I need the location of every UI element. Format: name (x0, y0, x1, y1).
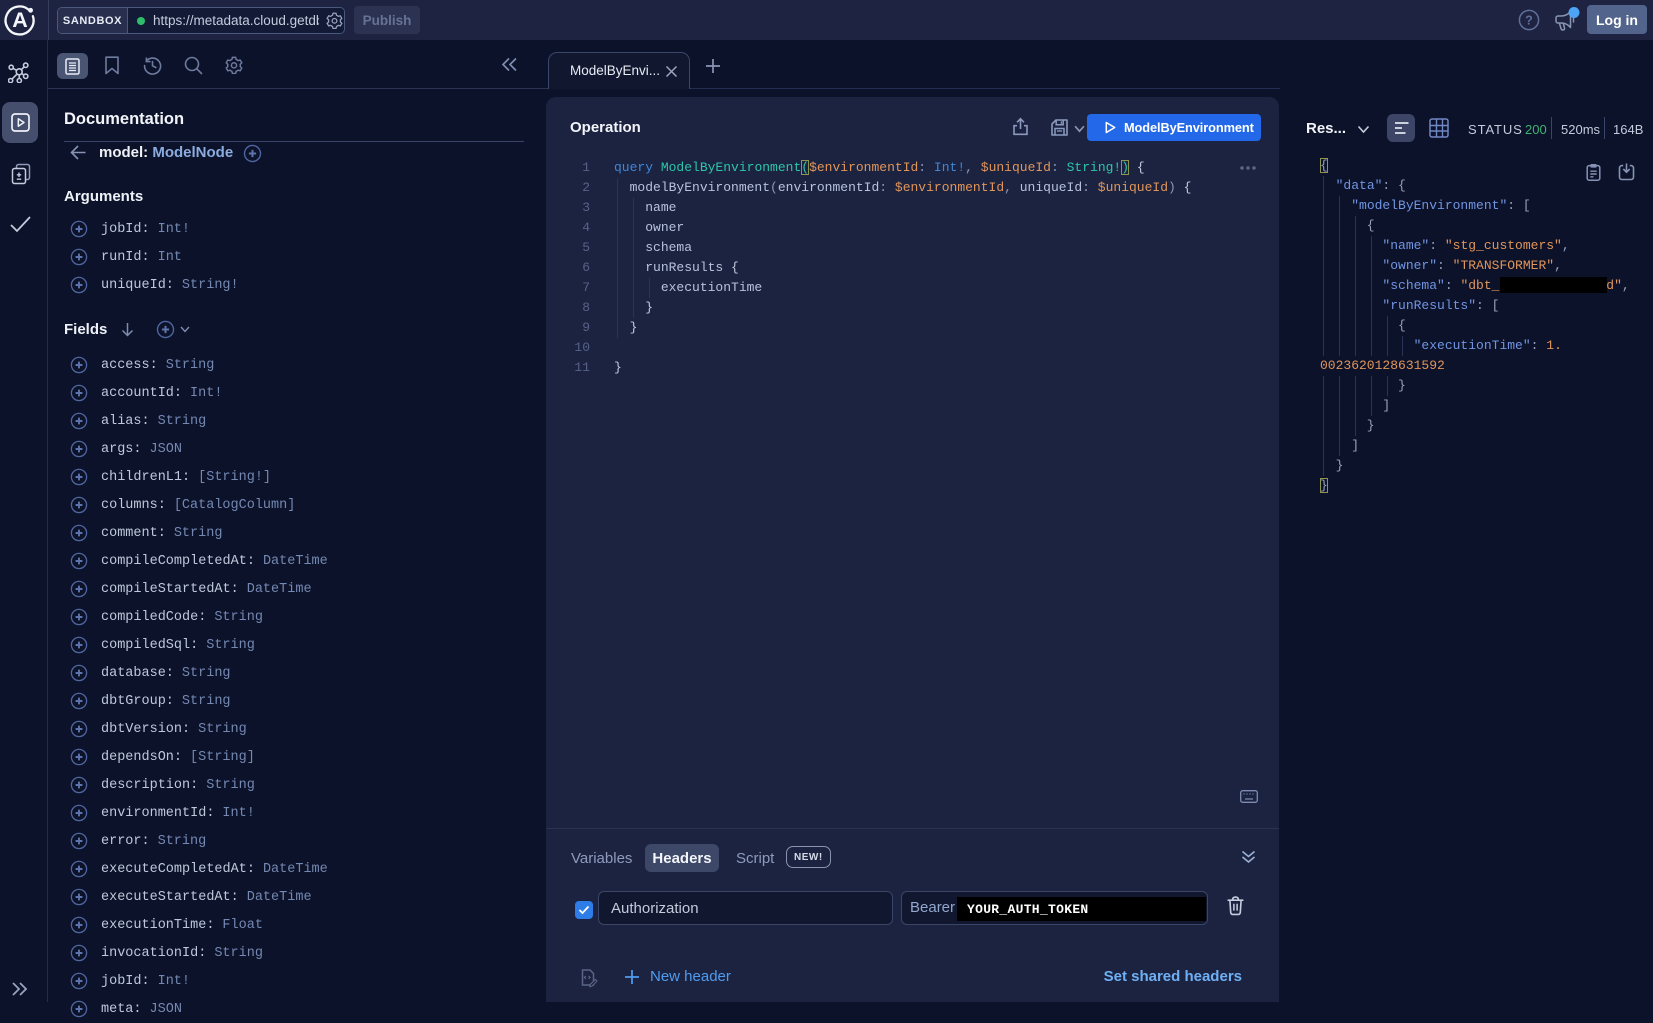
svg-text:A: A (12, 8, 28, 32)
svg-text:?: ? (1525, 14, 1533, 28)
